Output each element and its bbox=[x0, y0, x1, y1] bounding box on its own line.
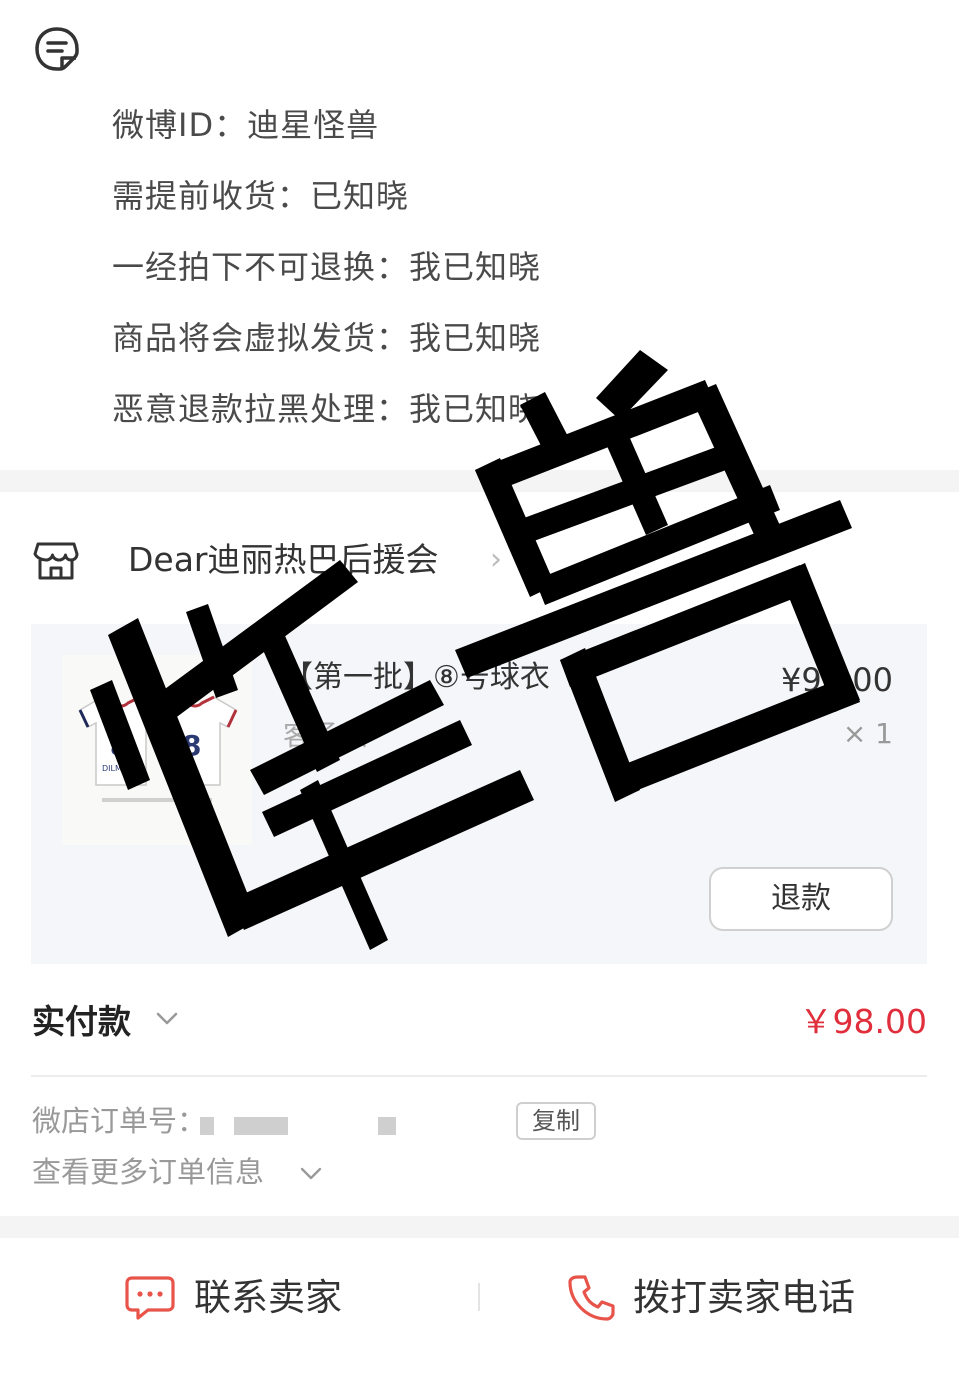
chevron-down-icon[interactable] bbox=[298, 1160, 324, 1186]
view-more-order-info[interactable]: 查看更多订单信息 bbox=[32, 1153, 264, 1191]
svg-text:8: 8 bbox=[110, 733, 127, 761]
row-divider bbox=[31, 1075, 927, 1077]
product-title[interactable]: 【第一批】⑧号球衣 bbox=[283, 660, 550, 696]
action-separator bbox=[478, 1283, 480, 1311]
note-icon bbox=[32, 24, 82, 74]
remark-weibo-id: 微博ID：迪星怪兽 bbox=[112, 106, 380, 144]
product-price: ¥98.00 bbox=[781, 661, 893, 699]
svg-text:8: 8 bbox=[182, 729, 201, 762]
call-seller-button[interactable]: 拨打卖家电话 bbox=[555, 1258, 895, 1338]
store-icon bbox=[32, 536, 80, 584]
section-divider bbox=[0, 470, 959, 492]
shop-arrow-icon[interactable]: › bbox=[490, 538, 502, 582]
phone-icon bbox=[565, 1272, 617, 1324]
refund-button[interactable]: 退款 bbox=[709, 867, 893, 931]
copy-order-number-button[interactable]: 复制 bbox=[516, 1102, 596, 1140]
chevron-down-icon[interactable] bbox=[153, 1004, 181, 1032]
shop-name[interactable]: Dear迪丽热巴后援会 bbox=[128, 538, 439, 582]
order-number-mask bbox=[378, 1117, 396, 1135]
product-thumbnail[interactable]: 8 DILMURAT 8 bbox=[62, 655, 252, 845]
order-number-mask bbox=[234, 1117, 288, 1135]
order-number-label: 微店订单号： bbox=[32, 1104, 207, 1138]
remark-malicious-refund: 恶意退款拉黑处理：我已知晓 bbox=[112, 390, 542, 428]
remark-early-receipt: 需提前收货：已知晓 bbox=[112, 177, 410, 215]
call-seller-label: 拨打卖家电话 bbox=[633, 1276, 855, 1319]
chat-bubble-icon bbox=[124, 1274, 176, 1322]
contact-seller-button[interactable]: 联系卖家 bbox=[110, 1258, 410, 1338]
product-spec: 客场款 bbox=[283, 719, 368, 752]
remark-no-return: 一经拍下不可退换：我已知晓 bbox=[112, 248, 542, 286]
svg-text:DILMURAT: DILMURAT bbox=[102, 764, 143, 773]
section-divider bbox=[0, 1216, 959, 1238]
paid-amount-label[interactable]: 实付款 bbox=[32, 1000, 131, 1044]
product-quantity: × 1 bbox=[842, 717, 893, 750]
contact-seller-label: 联系卖家 bbox=[194, 1276, 342, 1319]
remark-virtual-shipping: 商品将会虚拟发货：我已知晓 bbox=[112, 319, 542, 357]
paid-amount-value: ￥98.00 bbox=[799, 1002, 927, 1041]
order-number-mask bbox=[200, 1117, 214, 1135]
